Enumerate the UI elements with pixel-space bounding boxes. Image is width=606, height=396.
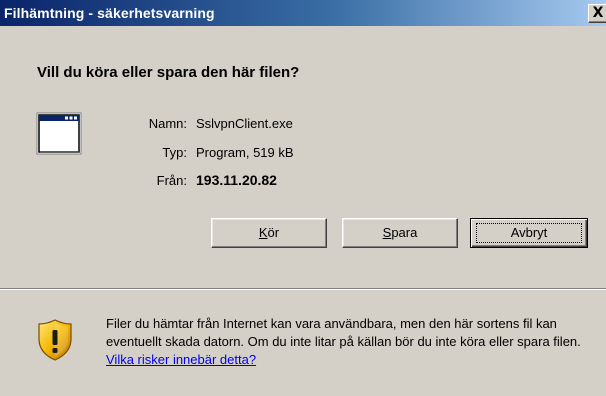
close-button[interactable]: X (588, 4, 606, 23)
warning-text: Filer du hämtar från Internet kan vara a… (106, 316, 581, 349)
file-type: Program, 519 kB (196, 145, 294, 160)
cancel-button[interactable]: Avbryt (470, 218, 588, 248)
save-button-label: Spara (382, 225, 418, 240)
file-source: 193.11.20.82 (196, 172, 277, 188)
run-button[interactable]: Kör (211, 218, 327, 248)
run-button-label: Kör (258, 225, 280, 240)
window-title: Filhämtning - säkerhetsvarning (4, 5, 215, 21)
risks-link[interactable]: Vilka risker innebär detta? (106, 352, 256, 367)
save-button[interactable]: Spara (342, 218, 458, 248)
cancel-button-label: Avbryt (510, 225, 548, 240)
type-label: Typ: (162, 145, 187, 160)
warning-message: Filer du hämtar från Internet kan vara a… (106, 315, 596, 369)
from-label: Från: (156, 173, 187, 188)
file-name: SslvpnClient.exe (196, 116, 293, 131)
name-label: Namn: (148, 116, 187, 131)
title-bar[interactable]: Filhämtning - säkerhetsvarning (0, 0, 606, 26)
close-icon: X (592, 5, 604, 21)
security-shield-icon (38, 319, 72, 361)
dialog-question: Vill du köra eller spara den här filen? (37, 64, 300, 81)
separator-highlight (0, 289, 606, 290)
